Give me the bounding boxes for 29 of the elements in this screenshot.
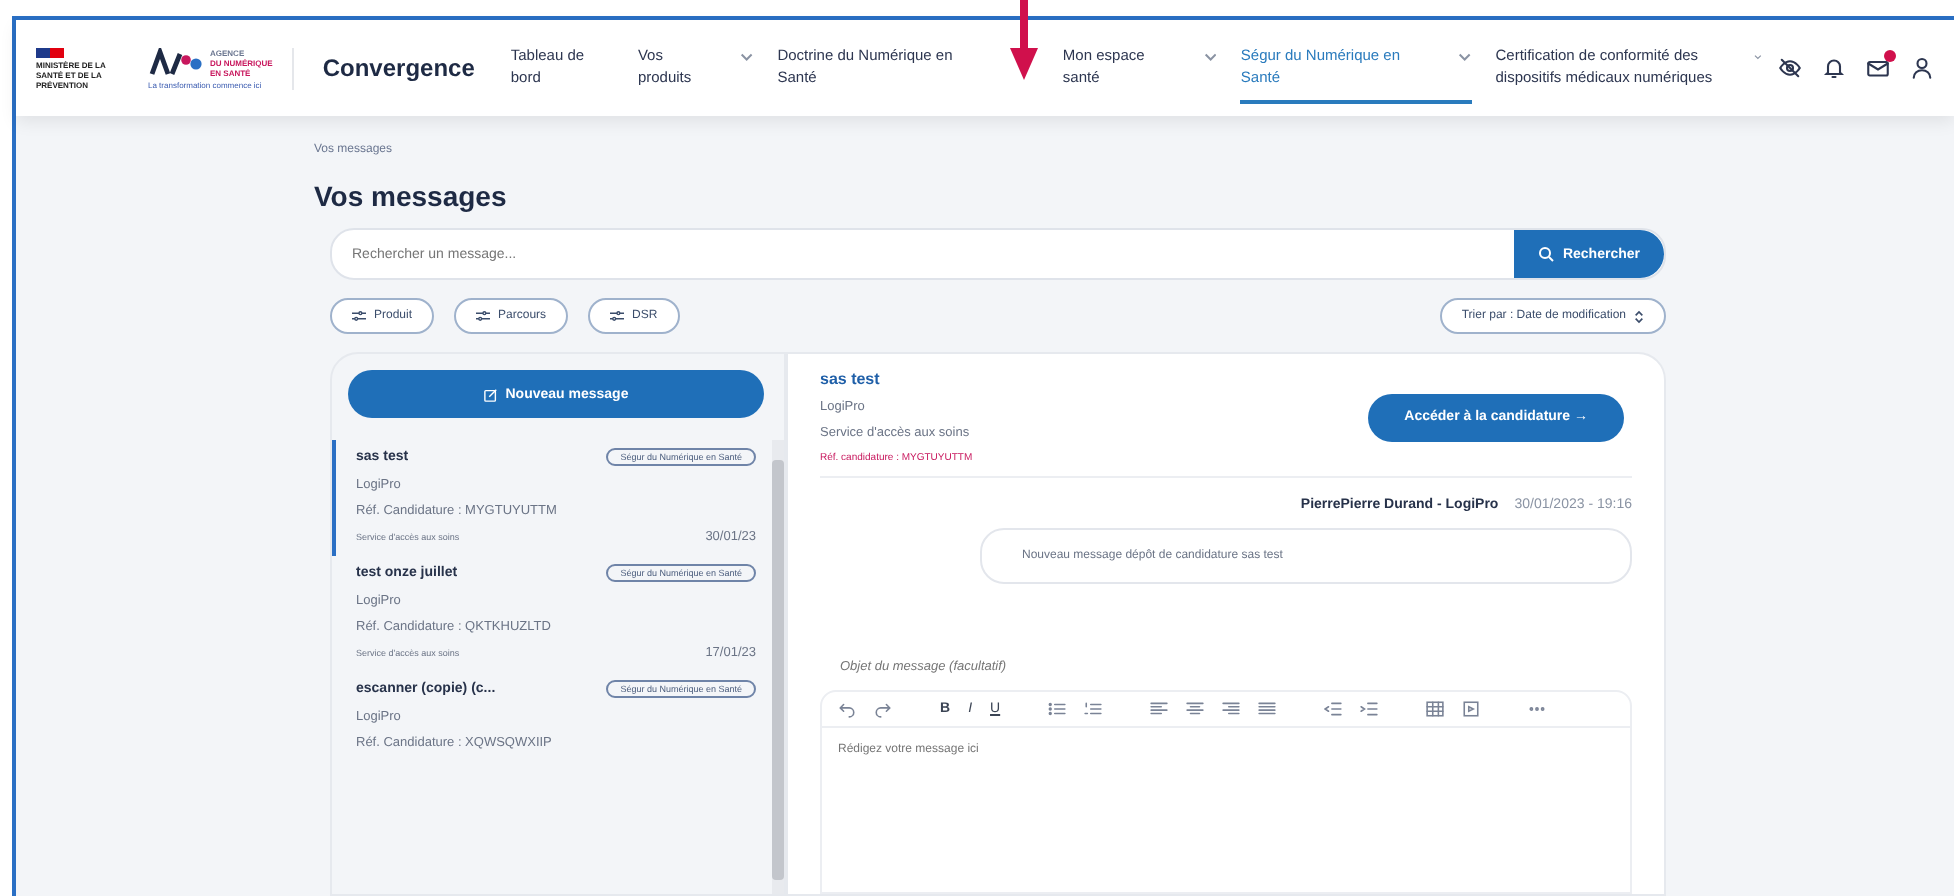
annotation-arrow bbox=[1010, 0, 1039, 80]
search-icon bbox=[1538, 246, 1555, 262]
edit-icon bbox=[483, 387, 498, 401]
filter-icon bbox=[352, 310, 366, 322]
user-icon[interactable] bbox=[1910, 56, 1934, 80]
table-icon[interactable] bbox=[1426, 700, 1445, 718]
outdent-icon[interactable] bbox=[1324, 700, 1343, 718]
envelope-icon[interactable] bbox=[1866, 56, 1890, 80]
justify-icon[interactable] bbox=[1258, 700, 1277, 718]
bulleted-list-icon[interactable] bbox=[1048, 700, 1067, 718]
filter-icon bbox=[610, 310, 625, 322]
align-left-icon[interactable] bbox=[1150, 700, 1169, 718]
undo-icon[interactable] bbox=[838, 700, 856, 718]
align-center-icon[interactable] bbox=[1186, 700, 1205, 718]
agency-logo-icon bbox=[148, 48, 204, 76]
flag-icon bbox=[36, 47, 64, 57]
sort-icon bbox=[1634, 309, 1644, 323]
page-title: Vos messages bbox=[314, 180, 509, 212]
indent-icon[interactable] bbox=[1360, 700, 1379, 718]
align-right-icon[interactable] bbox=[1222, 700, 1241, 718]
eye-slash-icon[interactable] bbox=[1778, 56, 1802, 80]
app-name: Convergence bbox=[322, 54, 475, 82]
filter-icon bbox=[476, 310, 491, 322]
conversation-title: sas test bbox=[820, 370, 882, 388]
bell-icon[interactable] bbox=[1822, 56, 1846, 80]
scrollbar[interactable] bbox=[772, 440, 784, 894]
media-icon[interactable] bbox=[1462, 700, 1481, 718]
redo-icon[interactable] bbox=[874, 700, 892, 718]
numbered-list-icon[interactable] bbox=[1084, 700, 1103, 718]
